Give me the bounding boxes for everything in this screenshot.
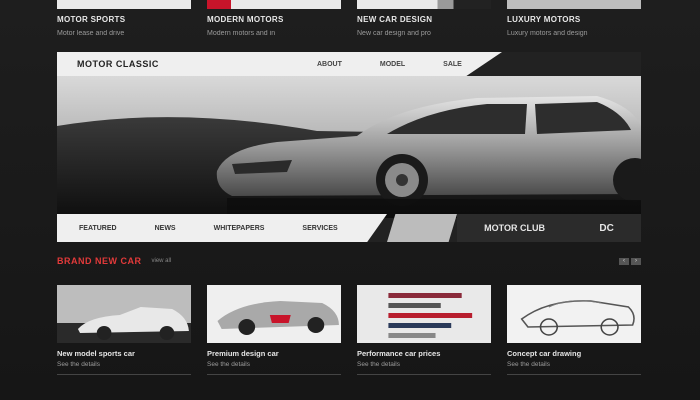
card-divider — [207, 374, 341, 375]
hero-car-image — [57, 76, 641, 218]
card-title[interactable]: Concept car drawing — [507, 349, 641, 358]
car-card[interactable]: Performance car prices See the details — [357, 285, 491, 390]
link-news[interactable]: NEWS — [155, 225, 176, 232]
nav-item-sale[interactable]: SALE — [443, 61, 462, 68]
card-image[interactable] — [507, 285, 641, 343]
top-card-thumbnail[interactable] — [507, 0, 641, 9]
carousel-pager: ‹ › — [619, 257, 641, 265]
hero-banner: MOTOR CLASSIC ABOUT MODEL SALE FEATURED … — [57, 52, 641, 242]
card-image[interactable] — [207, 285, 341, 343]
card-subtitle: See the details — [507, 361, 551, 368]
top-card[interactable]: NEW CAR DESIGN New car design and pro — [357, 0, 491, 50]
top-card-thumbnail[interactable] — [357, 0, 491, 9]
car-card[interactable]: Concept car drawing See the details — [507, 285, 641, 390]
car-card-list: New model sports car See the details Pre… — [57, 285, 641, 390]
top-card-thumbnail[interactable] — [207, 0, 341, 9]
section-title: BRAND NEW CAR — [57, 256, 142, 266]
link-whitepapers[interactable]: WHITEPAPERS — [214, 225, 265, 232]
top-card[interactable]: MODERN MOTORS Modern motors and in — [207, 0, 341, 50]
top-card-title[interactable]: NEW CAR DESIGN — [357, 15, 491, 24]
page: MOTOR SPORTS Motor lease and drive MODER… — [0, 0, 700, 400]
top-card-subtitle: New car design and pro — [357, 30, 431, 37]
section-header: BRAND NEW CAR view all ‹ › — [57, 254, 641, 268]
car-card[interactable]: Premium design car See the details — [207, 285, 341, 390]
car-card[interactable]: New model sports car See the details — [57, 285, 191, 390]
pager-prev-icon[interactable]: ‹ — [619, 257, 629, 265]
card-subtitle: See the details — [357, 361, 401, 368]
card-subtitle: See the details — [207, 361, 251, 368]
top-card-subtitle: Motor lease and drive — [57, 30, 125, 37]
hero-bar-divider — [387, 214, 457, 242]
top-card-title[interactable]: MOTOR SPORTS — [57, 15, 191, 24]
card-image[interactable] — [57, 285, 191, 343]
top-card-title[interactable]: LUXURY MOTORS — [507, 15, 641, 24]
hero-bar-right: MOTOR CLUB DC — [457, 214, 641, 242]
top-card[interactable]: LUXURY MOTORS Luxury motors and design — [507, 0, 641, 50]
link-featured[interactable]: FEATURED — [79, 225, 117, 232]
card-title[interactable]: Performance car prices — [357, 349, 491, 358]
top-card-title[interactable]: MODERN MOTORS — [207, 15, 341, 24]
motor-club-label[interactable]: MOTOR CLUB — [484, 223, 545, 233]
card-title[interactable]: New model sports car — [57, 349, 191, 358]
hero-navbar: MOTOR CLASSIC ABOUT MODEL SALE — [57, 52, 502, 76]
view-all-link[interactable]: view all — [152, 258, 172, 264]
nav-item-about[interactable]: ABOUT — [317, 61, 342, 68]
top-card[interactable]: MOTOR SPORTS Motor lease and drive — [57, 0, 191, 50]
card-divider — [507, 374, 641, 375]
card-image[interactable] — [357, 285, 491, 343]
brand-logo-text[interactable]: MOTOR CLASSIC — [77, 59, 317, 69]
top-card-thumbnail[interactable] — [57, 0, 191, 9]
link-services[interactable]: SERVICES — [302, 225, 337, 232]
card-divider — [357, 374, 491, 375]
card-subtitle: See the details — [57, 361, 101, 368]
top-article-strip: MOTOR SPORTS Motor lease and drive MODER… — [57, 0, 641, 50]
top-card-subtitle: Modern motors and in — [207, 30, 276, 37]
card-divider — [57, 374, 191, 375]
hero-bottom-bar: FEATURED NEWS WHITEPAPERS SERVICES MOTOR… — [57, 214, 641, 242]
hero-bottom-links: FEATURED NEWS WHITEPAPERS SERVICES — [57, 214, 387, 242]
dc-label[interactable]: DC — [599, 223, 613, 234]
pager-next-icon[interactable]: › — [631, 257, 641, 265]
nav-item-model[interactable]: MODEL — [380, 61, 405, 68]
card-title[interactable]: Premium design car — [207, 349, 341, 358]
top-card-subtitle: Luxury motors and design — [507, 30, 588, 37]
